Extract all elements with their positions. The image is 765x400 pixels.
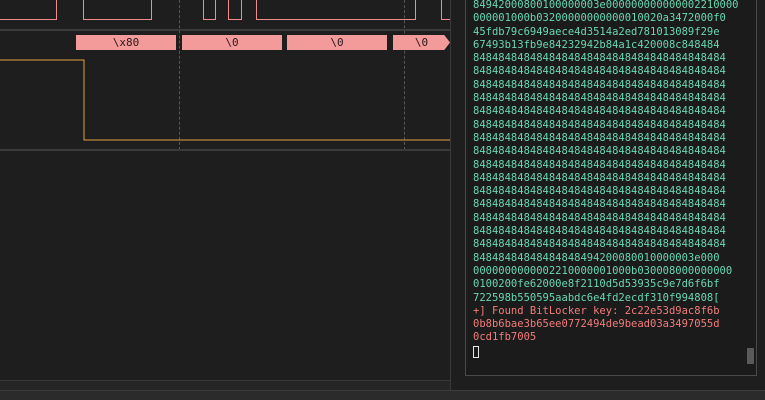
terminal-hex-line: 722598b550595aabdc6e4fd2ecdf310f994808[: [473, 291, 720, 304]
terminal-hex-line: 0000000000002210000001000b03000800000000…: [473, 264, 733, 277]
terminal-hex-line: 45fdb79c6949aece4d3514a2ed781013089f29e: [473, 25, 720, 38]
terminal-hex-line: 0100200fe62000e8f2110d5d53935c9e7d6f6bf: [473, 278, 720, 291]
scrollbar-thumb[interactable]: [747, 348, 754, 364]
terminal-cursor: [473, 345, 479, 358]
terminal-panel[interactable]: 84942000800100000003e0000000000000022100…: [465, 0, 757, 376]
bitlocker-key-line: +] Found BitLocker key: 2c22e53d9ac8f6b: [473, 304, 720, 317]
bitlocker-key-line: 0cd1fb7005: [473, 331, 537, 344]
waveform-view[interactable]: \x80 \0 \0 \0: [0, 0, 450, 380]
app-window: \x80 \0 \0 \0 84942000800100000003e00000…: [0, 0, 765, 400]
terminal-hex-line: 8484848484848484848484848484848484848484: [473, 158, 726, 171]
bitlocker-key-line: 0b8b6bae3b65ee0772494de9bead03a3497055d: [473, 318, 720, 331]
vertical-scrollbar[interactable]: [747, 0, 754, 375]
terminal-hex-line: 8484848484848484848484848484848484848484: [473, 225, 726, 238]
terminal-hex-line: 8484848484848484848484848484848484848484: [473, 171, 726, 184]
terminal-hex-line: 8484848484848484848484848484848484848484: [473, 198, 726, 211]
status-bar: [0, 390, 765, 400]
terminal-hex-line: 67493b13fb9e84232942b84a1c420008c848484: [473, 38, 720, 51]
terminal-hex-line: 8484848484848484848484848484848484848484: [473, 118, 726, 131]
terminal-hex-line: 8484848484848484848484848484848484848484: [473, 131, 726, 144]
terminal-hex-line: 8484848484848484848484848484848484848484: [473, 78, 726, 91]
terminal-hex-line: 8484848484848484848484848484848484848484: [473, 185, 726, 198]
terminal-hex-line: 84848484848484848494200080010000003e000: [473, 251, 720, 264]
terminal-output: 84942000800100000003e0000000000000022100…: [473, 0, 745, 358]
terminal-hex-line: 8484848484848484848484848484848484848484: [473, 145, 726, 158]
digital-signal-trace: [0, 59, 450, 141]
terminal-hex-line: 84942000800100000003e0000000000000022100…: [473, 0, 739, 11]
terminal-hex-line: 000001000b03200000000000010020a3472000f0: [473, 12, 726, 25]
terminal-hex-line: 8484848484848484848484848484848484848484: [473, 238, 726, 251]
terminal-hex-line: 8484848484848484848484848484848484848484: [473, 65, 726, 78]
terminal-hex-line: 8484848484848484848484848484848484848484: [473, 105, 726, 118]
terminal-hex-line: 8484848484848484848484848484848484848484: [473, 52, 726, 65]
terminal-hex-line: 8484848484848484848484848484848484848484: [473, 211, 726, 224]
terminal-hex-line: 8484848484848484848484848484848484848484: [473, 92, 726, 105]
digital-channel-waveform: [0, 59, 450, 141]
panel-divider[interactable]: [450, 0, 451, 390]
